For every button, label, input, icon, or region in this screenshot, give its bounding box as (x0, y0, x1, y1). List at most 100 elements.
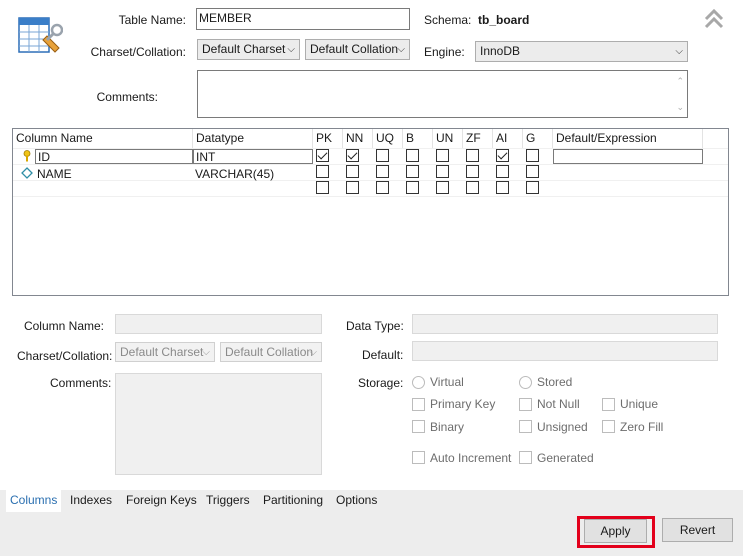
unsigned-label: Unsigned (537, 420, 588, 434)
row-2-g-checkbox[interactable] (526, 165, 539, 178)
zero-fill-label: Zero Fill (620, 420, 664, 434)
row-3-nn-checkbox[interactable] (346, 181, 359, 194)
tab-triggers[interactable]: Triggers (202, 490, 254, 512)
grid-header-pk[interactable]: PK (313, 129, 343, 148)
row-2-pk-checkbox[interactable] (316, 165, 329, 178)
tab-columns[interactable]: Columns (6, 490, 62, 512)
tab-options[interactable]: Options (332, 490, 381, 512)
row-2-datatype[interactable]: VARCHAR(45) (195, 167, 274, 181)
engine-label: Engine: (424, 45, 465, 59)
row-3-b-checkbox[interactable] (406, 181, 419, 194)
row-1-datatype[interactable]: INT (193, 149, 313, 164)
row-1-pk-checkbox[interactable] (316, 149, 329, 162)
row-2-un-checkbox[interactable] (436, 165, 449, 178)
editor-tabs: Columns Indexes Foreign Keys Triggers Pa… (0, 490, 743, 512)
comments-label: Comments: (96, 90, 158, 104)
row-3-un-checkbox[interactable] (436, 181, 449, 194)
diamond-icon (21, 167, 33, 182)
generated-checkbox[interactable] (519, 451, 532, 464)
charset-select[interactable]: Default Charset ⌵ (197, 39, 300, 60)
scroll-up-icon[interactable]: ⌃ (676, 73, 684, 89)
row-2-b-checkbox[interactable] (406, 165, 419, 178)
apply-button[interactable]: Apply (584, 519, 647, 543)
detail-default-label: Default: (362, 348, 404, 362)
schema-label: Schema: (424, 13, 472, 27)
scroll-down-icon[interactable]: ⌄ (676, 99, 684, 115)
grid-header-ai[interactable]: AI (493, 129, 523, 148)
chevron-down-icon: ⌵ (287, 44, 295, 55)
auto-increment-label: Auto Increment (430, 451, 512, 465)
row-3-pk-checkbox[interactable] (316, 181, 329, 194)
row-1-zf-checkbox[interactable] (466, 149, 479, 162)
row-3-g-checkbox[interactable] (526, 181, 539, 194)
chevron-down-icon: ⌵ (202, 347, 210, 358)
row-1-uq-checkbox[interactable] (376, 149, 389, 162)
zero-fill-checkbox[interactable] (602, 420, 615, 433)
detail-charset-select[interactable]: Default Charset ⌵ (115, 342, 215, 362)
row-3-zf-checkbox[interactable] (466, 181, 479, 194)
engine-select-value: InnoDB (480, 44, 521, 58)
grid-header-uq[interactable]: UQ (373, 129, 403, 148)
row-1-default[interactable] (553, 149, 703, 164)
engine-select[interactable]: InnoDB ⌵ (475, 41, 688, 62)
grid-header-datatype[interactable]: Datatype (193, 129, 313, 148)
grid-header-b[interactable]: B (403, 129, 433, 148)
revert-button[interactable]: Revert (662, 518, 733, 542)
grid-header-default[interactable]: Default/Expression (553, 129, 703, 148)
key-icon (22, 150, 32, 165)
row-1-un-checkbox[interactable] (436, 149, 449, 162)
detail-collation-select[interactable]: Default Collation ⌵ (220, 342, 322, 362)
tab-foreign-keys[interactable]: Foreign Keys (122, 490, 201, 512)
unique-checkbox[interactable] (602, 398, 615, 411)
grid-header-column-name[interactable]: Column Name (13, 129, 193, 148)
grid-header-zf[interactable]: ZF (463, 129, 493, 148)
comments-textarea[interactable]: ⌃ ⌄ (197, 70, 688, 118)
unique-label: Unique (620, 397, 659, 411)
detail-data-type-label: Data Type: (346, 319, 404, 333)
row-2-ai-checkbox[interactable] (496, 165, 509, 178)
row-3-ai-checkbox[interactable] (496, 181, 509, 194)
detail-default-input[interactable] (412, 341, 718, 361)
collation-select-value: Default Collation (310, 42, 399, 56)
stored-radio[interactable] (519, 376, 532, 389)
tab-partitioning[interactable]: Partitioning (259, 490, 327, 512)
row-2-zf-checkbox[interactable] (466, 165, 479, 178)
collapse-chevrons-icon[interactable] (703, 8, 725, 30)
charset-select-value: Default Charset (202, 42, 286, 56)
binary-checkbox[interactable] (412, 420, 425, 433)
schema-value: tb_board (478, 13, 530, 27)
row-2-column-name[interactable]: NAME (37, 167, 72, 181)
table-editor-icon (17, 14, 64, 58)
row-1-g-checkbox[interactable] (526, 149, 539, 162)
not-null-checkbox[interactable] (519, 398, 532, 411)
grid-header-nn[interactable]: NN (343, 129, 373, 148)
row-1-nn-checkbox[interactable] (346, 149, 359, 162)
unsigned-checkbox[interactable] (519, 420, 532, 433)
row-3-uq-checkbox[interactable] (376, 181, 389, 194)
detail-column-name-input[interactable] (115, 314, 322, 334)
row-1-ai-checkbox[interactable] (496, 149, 509, 162)
table-name-input[interactable]: MEMBER (196, 8, 410, 30)
tab-indexes[interactable]: Indexes (66, 490, 116, 512)
grid-header-g[interactable]: G (523, 129, 553, 148)
row-2-nn-checkbox[interactable] (346, 165, 359, 178)
auto-increment-checkbox[interactable] (412, 451, 425, 464)
footer-bar: Apply Revert (0, 512, 743, 556)
primary-key-checkbox[interactable] (412, 398, 425, 411)
detail-comments-textarea[interactable] (115, 373, 322, 475)
detail-data-type-input[interactable] (412, 314, 718, 334)
columns-grid[interactable]: Column Name Datatype PK NN UQ B UN ZF AI… (12, 128, 729, 296)
not-null-label: Not Null (537, 397, 580, 411)
charset-collation-label: Charset/Collation: (90, 45, 186, 59)
row-2-uq-checkbox[interactable] (376, 165, 389, 178)
chevron-down-icon: ⌵ (309, 347, 317, 358)
collation-select[interactable]: Default Collation ⌵ (305, 39, 410, 60)
detail-charset-value: Default Charset (120, 345, 204, 359)
virtual-radio[interactable] (412, 376, 425, 389)
row-1-column-name[interactable]: ID (35, 149, 193, 164)
chevron-down-icon: ⌵ (675, 46, 683, 57)
detail-charset-label: Charset/Collation: (17, 349, 113, 363)
binary-label: Binary (430, 420, 465, 434)
grid-header-un[interactable]: UN (433, 129, 463, 148)
row-1-b-checkbox[interactable] (406, 149, 419, 162)
